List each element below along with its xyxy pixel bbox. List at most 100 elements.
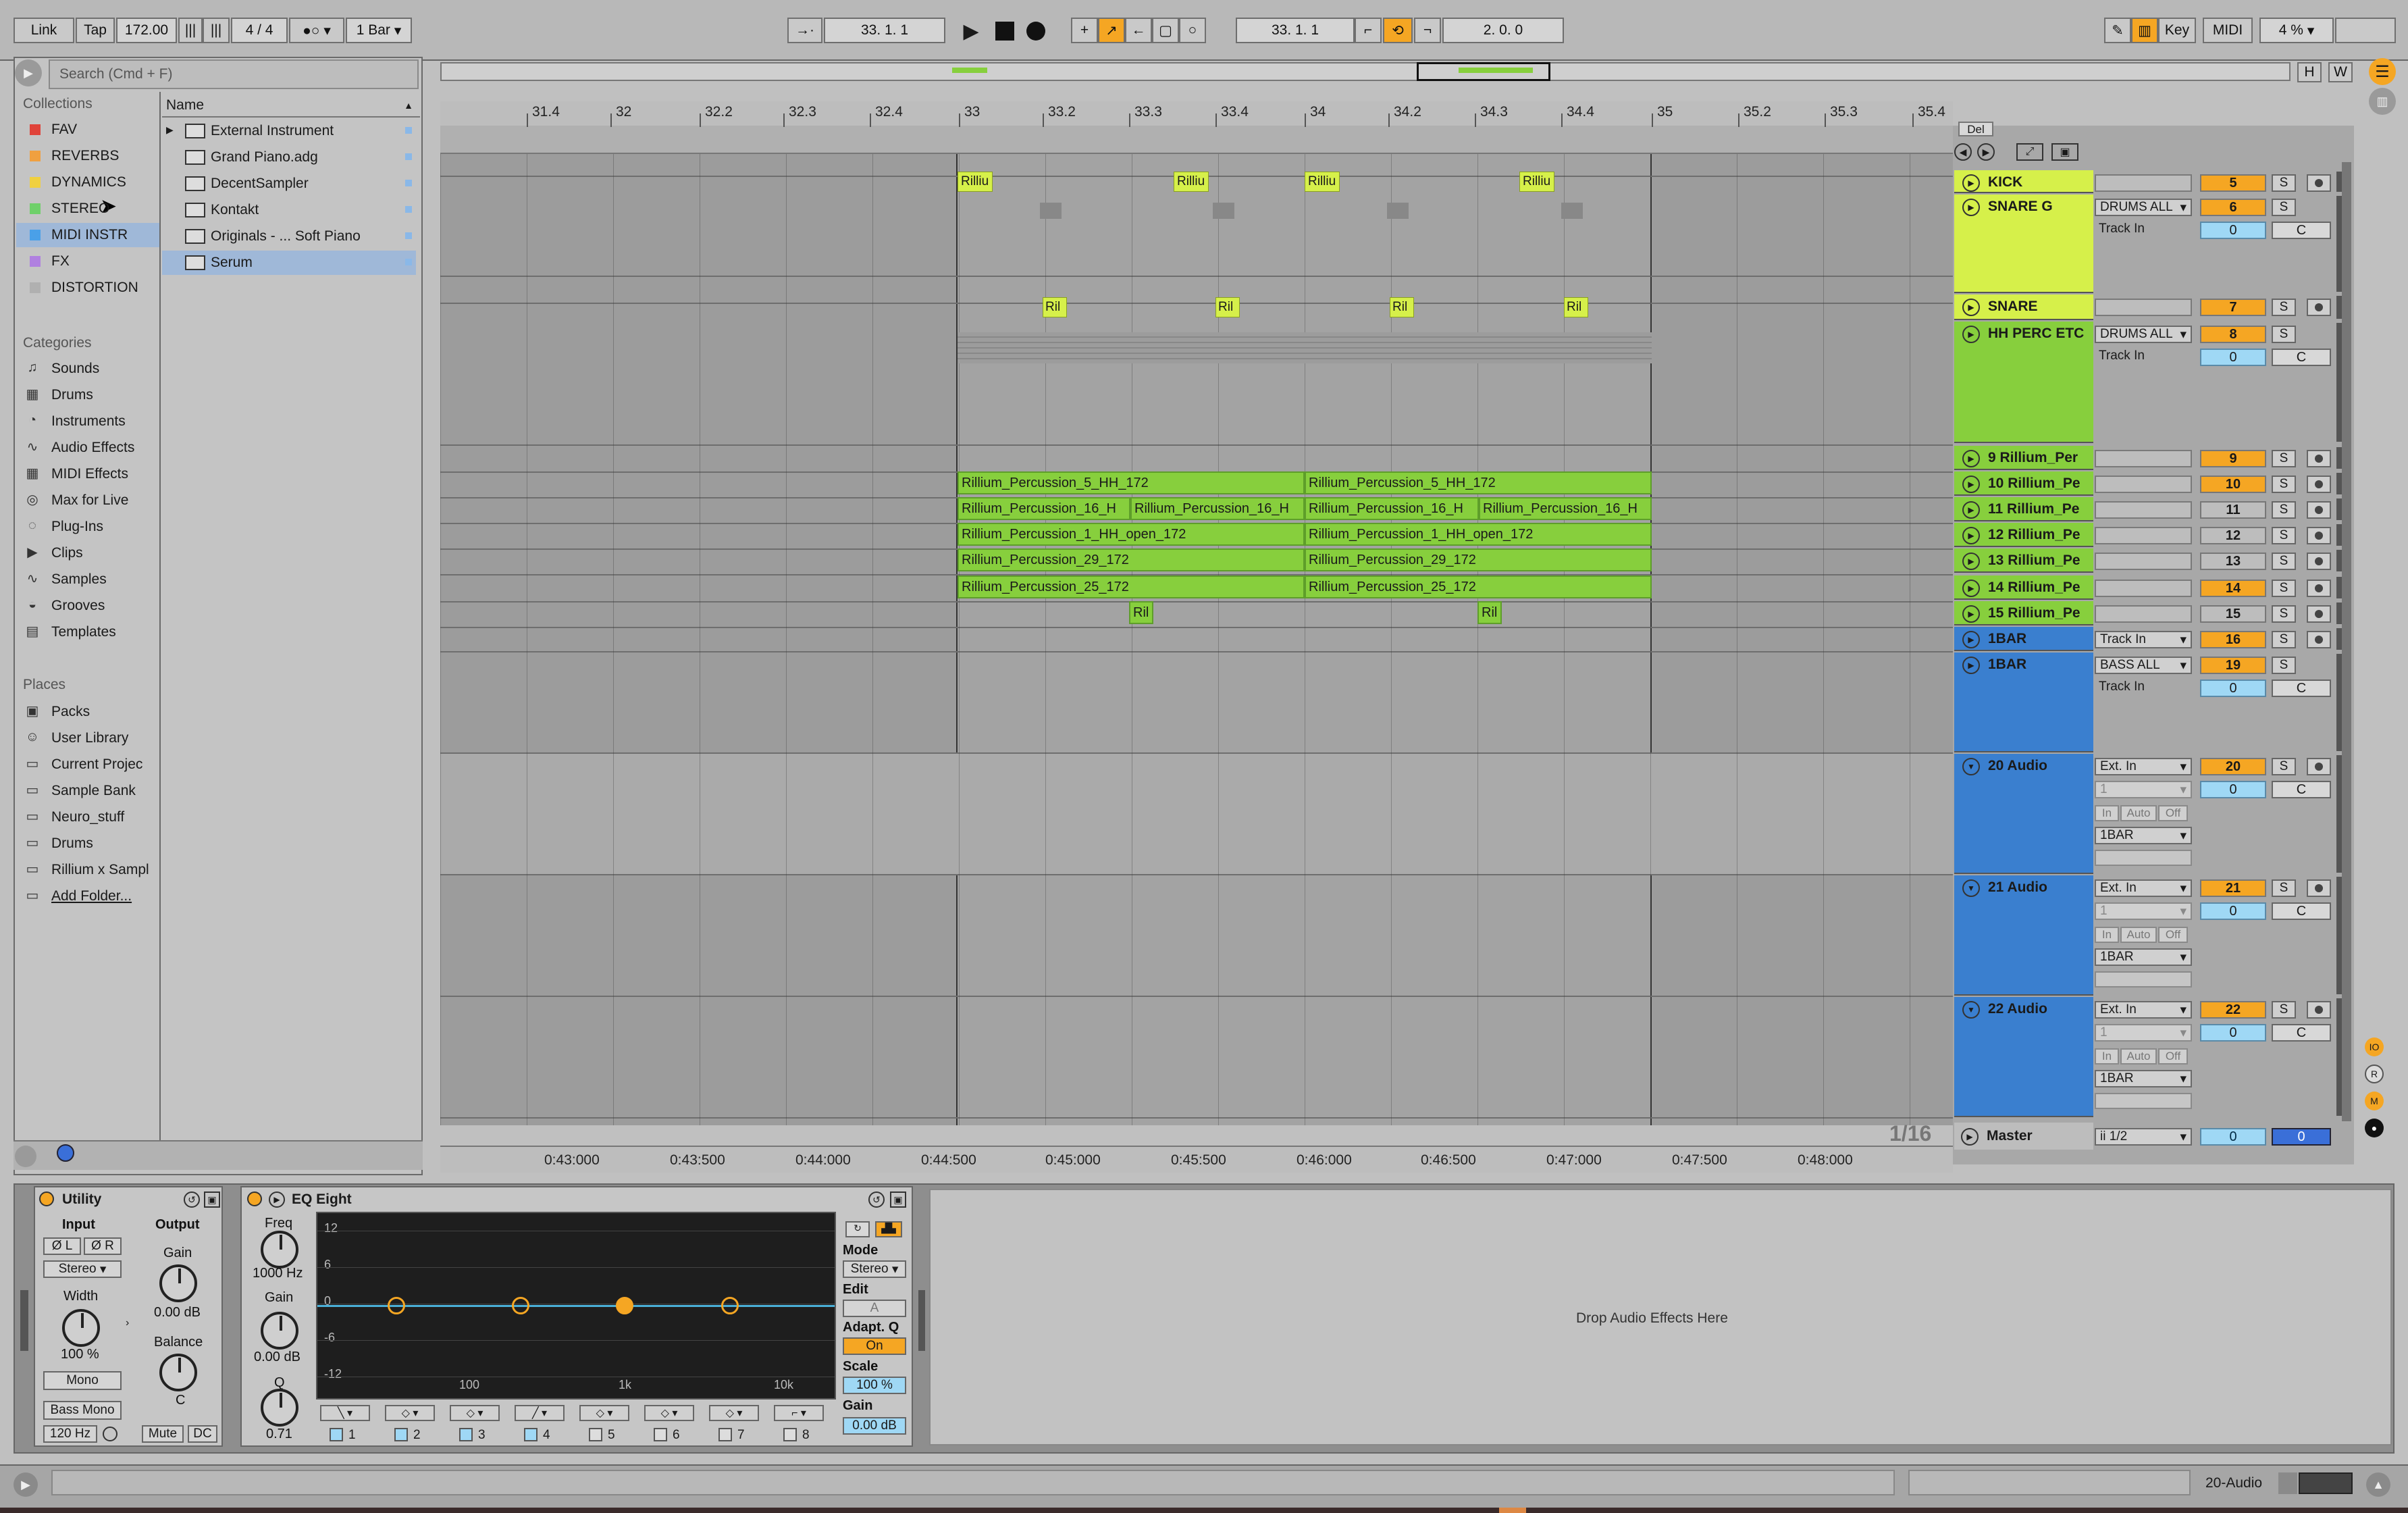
track-pan[interactable]: C — [2272, 222, 2331, 239]
io-toggle-icon[interactable]: IO — [2365, 1037, 2384, 1056]
place-item-1[interactable]: ☺ User Library — [22, 726, 159, 750]
track-volume[interactable]: 0 — [2200, 1024, 2266, 1042]
tempo-field[interactable]: 172.00 — [116, 18, 177, 43]
status-up-arrow-icon[interactable]: ▲ — [2366, 1472, 2390, 1497]
automation-arm-button[interactable]: ↗ — [1098, 18, 1125, 43]
status-midi-icon[interactable] — [2299, 1472, 2353, 1494]
vertical-scrollbar[interactable] — [2342, 162, 2351, 1121]
category-item-7[interactable]: ▶ Clips — [22, 541, 159, 565]
category-item-6[interactable]: ◌ Plug-Ins — [22, 515, 159, 539]
track-header-b2[interactable]: ▶ 1BAR — [1954, 652, 2093, 752]
category-item-0[interactable]: ♫ Sounds — [22, 357, 159, 381]
track-play-icon[interactable]: ▶ — [1962, 657, 1980, 674]
eq-band-toggle-3[interactable] — [459, 1428, 473, 1441]
track-header-b1[interactable]: ▶ 1BAR — [1954, 627, 2093, 651]
monitor-off-button[interactable]: Off — [2158, 805, 2188, 821]
track-output-select[interactable]: 1BAR ▾ — [2095, 827, 2192, 844]
monitor-in-button[interactable]: In — [2095, 805, 2119, 821]
eq-band-handle-1[interactable] — [388, 1297, 405, 1314]
solo-button[interactable]: S — [2272, 501, 2296, 519]
phase-right-button[interactable]: Ø R — [84, 1237, 122, 1255]
browser-toggle-button[interactable]: ▶ — [15, 59, 42, 86]
track-volume[interactable]: 0 — [2200, 349, 2266, 366]
track-header-kick[interactable]: ▶ KICK — [1954, 170, 2093, 193]
preview-toggle-button[interactable] — [15, 1146, 36, 1167]
track-volume[interactable]: 0 — [2200, 902, 2266, 920]
balance-knob[interactable] — [159, 1354, 197, 1391]
audio-clip[interactable]: Rillium_Percussion_16_H — [958, 497, 1130, 520]
track-play-icon[interactable]: ▶ — [1962, 527, 1980, 544]
track-channel-select[interactable]: 1 ▾ — [2095, 1024, 2192, 1042]
track-play-icon[interactable]: ▶ — [1962, 199, 1980, 216]
capture-button[interactable]: ▢ — [1152, 18, 1179, 43]
monitor-auto-button[interactable]: Auto — [2120, 1048, 2157, 1065]
bass-freq-field[interactable]: 120 Hz — [43, 1425, 97, 1443]
track-input-select[interactable]: Ext. In ▾ — [2095, 758, 2192, 775]
track-play-icon[interactable]: ▶ — [1962, 580, 1980, 597]
arm-button[interactable] — [2307, 501, 2331, 519]
eq-tool-analyzer-icon[interactable]: ▟▙ — [875, 1221, 902, 1237]
eq-filter-type-select-7[interactable]: ◇ ▾ — [709, 1405, 759, 1421]
eq-filter-type-select-6[interactable]: ◇ ▾ — [644, 1405, 694, 1421]
eq-band-toggle-5[interactable] — [589, 1428, 602, 1441]
mono-button[interactable]: Mono — [43, 1371, 122, 1390]
phase-left-button[interactable]: Ø L — [43, 1237, 81, 1255]
solo-button[interactable]: S — [2272, 758, 2296, 775]
session-record-button[interactable]: ○ — [1179, 18, 1206, 43]
track-pan[interactable]: C — [2272, 679, 2331, 697]
solo-button[interactable]: S — [2272, 553, 2296, 570]
arm-button[interactable] — [2307, 476, 2331, 493]
place-item-4[interactable]: ▭ Neuro_stuff — [22, 805, 159, 829]
track-header-a22[interactable]: ▼ 22 Audio — [1954, 997, 2093, 1117]
track-header-t13[interactable]: ▶ 13 Rillium_Pe — [1954, 548, 2093, 573]
eq-filter-type-select-3[interactable]: ◇ ▾ — [450, 1405, 500, 1421]
metronome-button[interactable]: ●○ ▾ — [289, 18, 344, 43]
eq-band-toggle-8[interactable] — [783, 1428, 797, 1441]
snare-clip[interactable]: Ril — [1215, 297, 1240, 317]
track-volume[interactable]: 0 — [2200, 679, 2266, 697]
eq-power-button[interactable] — [247, 1191, 262, 1206]
category-item-5[interactable]: ◎ Max for Live — [22, 488, 159, 513]
arrangement-overview[interactable] — [440, 62, 2291, 81]
overview-toggle-icon[interactable]: ▥ — [2369, 88, 2396, 115]
track-input-select[interactable]: BASS ALL ▾ — [2095, 657, 2192, 674]
beat-ruler[interactable] — [440, 101, 1953, 128]
browser-file-0[interactable]: ▶ External Instrument — [162, 119, 416, 143]
track-number-button[interactable]: 8 — [2200, 326, 2266, 343]
eq-freq-knob[interactable] — [261, 1231, 298, 1268]
category-item-1[interactable]: ▦ Drums — [22, 383, 159, 407]
loop-start-field[interactable]: 33. 1. 1 — [1236, 18, 1355, 43]
tap-button[interactable]: Tap — [76, 18, 115, 43]
track-header-t10[interactable]: ▶ 10 Rillium_Pe — [1954, 471, 2093, 496]
arm-button[interactable] — [2307, 174, 2331, 192]
eq-hot-swap-icon[interactable]: ↺ — [868, 1191, 885, 1208]
arm-button[interactable] — [2307, 1001, 2331, 1019]
track-play-icon[interactable]: ▶ — [1962, 326, 1980, 343]
track-input-select[interactable]: Ext. In ▾ — [2095, 879, 2192, 897]
browser-file-4[interactable]: Originals - ... Soft Piano — [162, 224, 416, 249]
eq-filter-type-select-8[interactable]: ⌐ ▾ — [774, 1405, 824, 1421]
track-fold-icon[interactable]: ▼ — [1962, 879, 1980, 897]
eq-tool-spectrum-icon[interactable]: ↻ — [845, 1221, 870, 1237]
eq-mode-select[interactable]: Stereo ▾ — [843, 1260, 906, 1278]
nudge-up-button[interactable]: ||| — [203, 18, 230, 43]
track-number-button[interactable]: 15 — [2200, 605, 2266, 623]
channel-mode-select[interactable]: Stereo ▾ — [43, 1260, 122, 1278]
solo-button[interactable]: S — [2272, 657, 2296, 674]
master-output-select[interactable]: ii 1/2 ▾ — [2095, 1128, 2192, 1146]
track-input-select[interactable]: Track In ▾ — [2095, 631, 2192, 648]
status-toggle-button[interactable]: ▶ — [14, 1472, 38, 1497]
track-number-button[interactable]: 16 — [2200, 631, 2266, 648]
audio-clip[interactable]: Rillium_Percussion_1_HH_open_172 — [958, 523, 1305, 546]
hot-swap-icon[interactable]: ↺ — [184, 1191, 200, 1208]
track-number-button[interactable]: 7 — [2200, 299, 2266, 316]
track-header-hh[interactable]: ▶ HH PERC ETC — [1954, 322, 2093, 443]
utility-power-button[interactable] — [39, 1191, 54, 1206]
track-header-t11[interactable]: ▶ 11 Rillium_Pe — [1954, 497, 2093, 521]
punch-out-button[interactable]: ¬ — [1414, 18, 1441, 43]
category-item-3[interactable]: ∿ Audio Effects — [22, 436, 159, 460]
audio-clip[interactable]: Ril — [1129, 601, 1153, 624]
expand-triangle-icon[interactable]: ▶ — [166, 124, 174, 136]
audio-clip[interactable]: Rillium_Percussion_16_H — [1479, 497, 1652, 520]
track-play-icon[interactable]: ▶ — [1962, 501, 1980, 519]
